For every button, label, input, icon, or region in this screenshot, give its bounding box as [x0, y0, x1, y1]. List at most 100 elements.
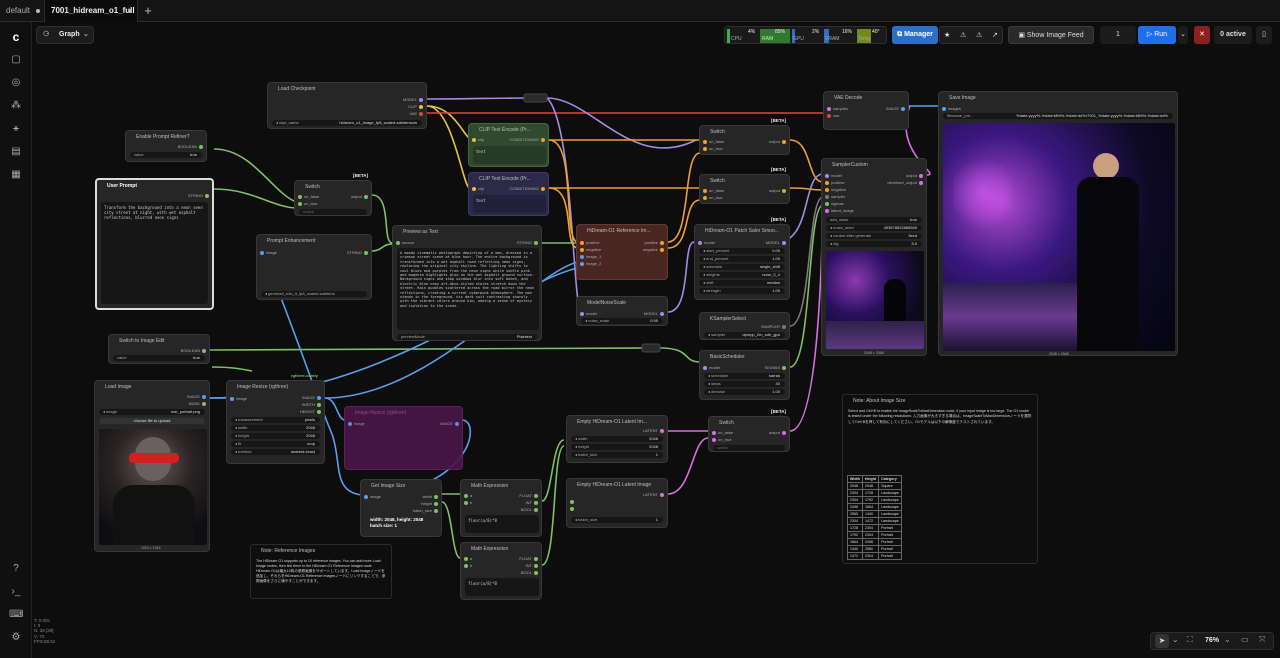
input-socket[interactable] [703, 196, 707, 200]
warning-icon[interactable]: ⚠ [960, 27, 966, 45]
output-socket[interactable] [199, 145, 203, 149]
output-socket[interactable] [534, 564, 538, 568]
input-socket[interactable] [825, 202, 829, 206]
output-socket[interactable] [782, 241, 786, 245]
text-input[interactable]: text [473, 195, 546, 213]
minimap-icon[interactable]: ▭ [1241, 635, 1249, 644]
input-socket[interactable] [580, 241, 584, 245]
input-socket[interactable] [825, 174, 829, 178]
input-socket[interactable] [580, 312, 584, 316]
share-icon[interactable]: ↗ [992, 27, 998, 45]
queue-icon[interactable]: ▦ [9, 168, 23, 182]
output-socket[interactable] [534, 241, 538, 245]
input-socket[interactable] [464, 557, 468, 561]
output-socket[interactable] [202, 402, 206, 406]
height-widget[interactable]: ◂ height 2048 [571, 444, 663, 450]
node-image-resize[interactable]: rgthree-comfy Image Resize (rgthree) ima… [226, 373, 325, 464]
input-socket[interactable] [825, 209, 829, 213]
help-icon[interactable]: ? [9, 562, 23, 576]
input-socket[interactable] [570, 500, 574, 504]
workflows-icon[interactable]: ⚹ [9, 122, 23, 136]
output-socket[interactable] [534, 501, 538, 505]
fit-view-icon[interactable]: ⛶ [1187, 635, 1193, 645]
node-prompt-enhancement[interactable]: Prompt Enhancement image STRING ◂ gemma4… [256, 234, 372, 300]
output-socket[interactable] [205, 194, 209, 198]
node-switch-c[interactable]: Switch [BETA] on_false on_true output swi… [708, 409, 790, 452]
output-socket[interactable] [782, 325, 786, 329]
input-socket[interactable] [712, 431, 716, 435]
batch-size-widget[interactable]: ◂ batch_size 1 [571, 517, 663, 523]
input-socket[interactable] [464, 494, 468, 498]
node-load-image[interactable]: Load Image IMAGE MASK ◂ image noir_portra… [94, 380, 210, 552]
run-options-chevron-icon[interactable]: ⌄ [1178, 26, 1188, 44]
input-socket[interactable] [464, 501, 468, 505]
graph-menu-button[interactable]: ⚆ Graph ⌄ [36, 26, 94, 44]
output-socket[interactable] [782, 366, 786, 370]
star-icon[interactable]: ★ [944, 27, 950, 45]
output-socket[interactable] [919, 174, 923, 178]
node-vae-decode[interactable]: VAE Decode samples vae IMAGE [823, 91, 909, 130]
input-socket[interactable] [472, 187, 476, 191]
templates-icon[interactable]: ▤ [9, 145, 23, 159]
switch-widget[interactable]: switch [713, 445, 785, 451]
input-socket[interactable] [472, 138, 476, 142]
node-switch-b[interactable]: Switch [BETA] on_false on_true output [699, 167, 790, 204]
output-socket[interactable] [782, 189, 786, 193]
node-load-checkpoint[interactable]: Load Checkpoint MODEL CLIP VAE ◂ ckpt_na… [267, 82, 427, 129]
node-clip-text-encode-positive[interactable]: CLIP Text Encode (Pr... clip CONDITIONIN… [468, 123, 549, 167]
output-socket[interactable] [534, 494, 538, 498]
nodes-icon[interactable]: ⁂ [9, 99, 23, 113]
output-socket[interactable] [919, 181, 923, 185]
input-socket[interactable] [825, 188, 829, 192]
node-sampler-custom[interactable]: SamplerCustom model positive negative sa… [821, 158, 927, 356]
input-socket[interactable] [698, 241, 702, 245]
input-socket[interactable] [260, 251, 264, 255]
batch-size-widget[interactable]: ◂ batch_size 1 [571, 452, 663, 458]
output-socket[interactable] [434, 502, 438, 506]
input-socket[interactable] [712, 438, 716, 442]
output-socket[interactable] [317, 403, 321, 407]
input-socket[interactable] [570, 507, 574, 511]
input-socket[interactable] [580, 255, 584, 259]
scheduler-widget[interactable]: ◂ scheduler karras [704, 373, 785, 379]
input-socket[interactable] [464, 564, 468, 568]
ckpt-name-widget[interactable]: ◂ ckpt_name hidream_o1_image_fp8_scaled.s… [272, 120, 422, 126]
cancel-icon[interactable]: ✕ [1194, 26, 1210, 44]
method-widget[interactable]: ◂ method nearest-exact [231, 449, 320, 455]
node-math-expression-1[interactable]: Math Expression a b FLOAT INT BOOL floor… [460, 479, 542, 537]
show-image-feed-button[interactable]: ▣ Show Image Feed [1008, 26, 1094, 44]
node-model-noise-scale[interactable]: ModelNoiseScale model MODEL ◂ noise_scal… [576, 296, 668, 326]
node-switch-1[interactable]: Switch [BETA] on_false on_true output swi… [294, 173, 372, 216]
input-socket[interactable] [580, 248, 584, 252]
output-vae-socket[interactable] [419, 112, 423, 116]
node-basic-scheduler[interactable]: BasicScheduler model SIGMAS ◂ scheduler k… [699, 350, 790, 400]
input-socket[interactable] [703, 189, 707, 193]
node-empty-latent[interactable]: Empty HiDream-O1 Latent Im... LATENT ◂ w… [566, 415, 668, 463]
node-math-expression-2[interactable]: Math Expression a b FLOAT INT BOOL floor… [460, 542, 542, 600]
chevron-down-icon[interactable]: ⌄ [1224, 635, 1231, 644]
switch-widget[interactable]: switch [299, 209, 367, 215]
patch-widget-1[interactable]: ◂ end_percent 1.00 [699, 256, 785, 262]
output-socket[interactable] [660, 241, 664, 245]
input-socket[interactable] [703, 366, 707, 370]
fit-widget[interactable]: ◂ fit crop [231, 441, 320, 447]
output-socket[interactable] [434, 495, 438, 499]
output-socket[interactable] [202, 349, 206, 353]
node-reference-images[interactable]: HiDream-O1 Reference Im... positive nega… [576, 224, 668, 280]
output-socket[interactable] [660, 248, 664, 252]
node-switch-a[interactable]: Switch [BETA] on_false on_true output [699, 118, 790, 155]
output-socket[interactable] [455, 422, 459, 426]
note-image-size[interactable]: Note: About Image Size Select and Ctrl+B… [842, 394, 1038, 564]
node-save-image[interactable]: Save Image images filename_pre... %date:y… [938, 91, 1178, 356]
input-socket[interactable] [703, 147, 707, 151]
noise-seed-widget[interactable]: ◂ noise_seed 493578522868549 [826, 225, 922, 231]
queue-count-stepper[interactable]: 1 [1100, 26, 1136, 44]
input-socket[interactable] [298, 202, 302, 206]
height-widget[interactable]: ◂ height 2048 [231, 433, 320, 439]
denoise-widget[interactable]: ◂ denoise 1.00 [704, 389, 785, 395]
output-socket[interactable] [534, 557, 538, 561]
manager-button[interactable]: ⧉ Manager [892, 26, 938, 44]
patch-widget-4[interactable]: ◂ shift median [699, 280, 785, 286]
run-button[interactable]: ▷ Run [1138, 26, 1176, 44]
node-user-prompt[interactable]: User Prompt STRING Transform the backgro… [95, 178, 214, 310]
